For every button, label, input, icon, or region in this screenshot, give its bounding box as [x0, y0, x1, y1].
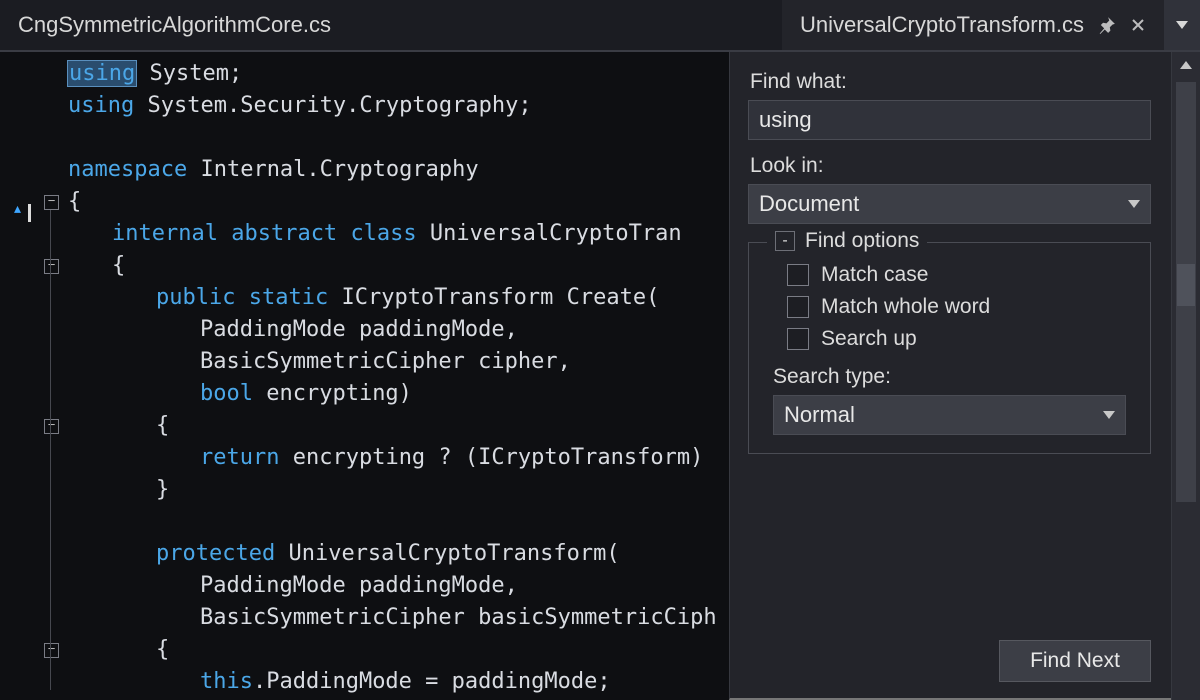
chevron-down-icon	[1176, 21, 1188, 29]
outline-guide	[50, 210, 51, 690]
find-next-label: Find Next	[1030, 649, 1120, 673]
code-line: return encrypting ? (ICryptoTransform)	[200, 442, 703, 474]
fold-toggle[interactable]: −	[44, 643, 59, 658]
look-in-label: Look in:	[750, 154, 1151, 178]
chevron-down-icon	[1128, 200, 1140, 208]
pin-icon[interactable]	[1098, 16, 1116, 34]
find-options-group: - Find options Match case Match whole wo…	[748, 242, 1151, 454]
chevron-up-icon	[1180, 61, 1192, 69]
search-type-select[interactable]: Normal	[773, 395, 1126, 435]
search-up-checkbox[interactable]	[787, 328, 809, 350]
find-options-collapse[interactable]: -	[775, 231, 795, 251]
editor-gutter: ▴ − − − −	[0, 52, 62, 700]
tab-inactive[interactable]: CngSymmetricAlgorithmCore.cs	[0, 0, 349, 50]
code-line: namespace Internal.Cryptography	[68, 154, 479, 186]
code-editor[interactable]: ▴ − − − − using System;using System.Securit…	[0, 52, 729, 700]
code-line: {	[112, 250, 125, 282]
vertical-scrollbar[interactable]	[1171, 52, 1200, 700]
match-word-checkbox[interactable]	[787, 296, 809, 318]
code-line: using System.Security.Cryptography;	[68, 90, 532, 122]
code-line: }	[156, 474, 169, 506]
tab-overflow-button[interactable]	[1164, 0, 1200, 50]
code-line: public static ICryptoTransform Create(	[156, 282, 659, 314]
find-what-input[interactable]	[748, 100, 1151, 140]
close-icon[interactable]	[1130, 17, 1146, 33]
chevron-down-icon	[1103, 411, 1115, 419]
search-type-label: Search type:	[773, 365, 1126, 389]
code-line: this.PaddingMode = paddingMode;	[200, 666, 611, 698]
tab-active[interactable]: UniversalCryptoTransform.cs	[782, 0, 1164, 50]
code-line: {	[156, 634, 169, 666]
caret-indicator-icon	[28, 204, 31, 222]
find-panel: Find what: Look in: Document - Find opti…	[729, 52, 1171, 700]
match-case-checkbox[interactable]	[787, 264, 809, 286]
find-options-label: Find options	[805, 229, 919, 253]
code-line: PaddingMode paddingMode,	[200, 570, 518, 602]
tab-label: CngSymmetricAlgorithmCore.cs	[18, 12, 331, 38]
search-type-value: Normal	[784, 402, 855, 428]
code-line: bool encrypting)	[200, 378, 412, 410]
match-word-label: Match whole word	[821, 295, 990, 319]
look-in-value: Document	[759, 191, 859, 217]
find-what-label: Find what:	[750, 70, 1151, 94]
tab-label: UniversalCryptoTransform.cs	[800, 12, 1084, 38]
code-line: internal abstract class UniversalCryptoT…	[112, 218, 682, 250]
bookmark-indicator-icon: ▴	[14, 200, 21, 217]
fold-toggle[interactable]: −	[44, 419, 59, 434]
code-line: using System;	[68, 58, 242, 90]
code-line: PaddingMode paddingMode,	[200, 314, 518, 346]
fold-toggle[interactable]: −	[44, 195, 59, 210]
code-line: BasicSymmetricCipher cipher,	[200, 346, 571, 378]
code-line: BasicSymmetricCipher basicSymmetricCiph	[200, 602, 717, 634]
find-next-button[interactable]: Find Next	[999, 640, 1151, 682]
code-line: {	[156, 410, 169, 442]
code-line: protected UniversalCryptoTransform(	[156, 538, 620, 570]
scrollbar-thumb[interactable]	[1177, 264, 1195, 306]
fold-toggle[interactable]: −	[44, 259, 59, 274]
look-in-select[interactable]: Document	[748, 184, 1151, 224]
scroll-up-button[interactable]	[1172, 52, 1200, 78]
match-case-label: Match case	[821, 263, 928, 287]
tab-bar: CngSymmetricAlgorithmCore.cs UniversalCr…	[0, 0, 1200, 52]
code-line: {	[68, 186, 81, 218]
search-up-label: Search up	[821, 327, 917, 351]
